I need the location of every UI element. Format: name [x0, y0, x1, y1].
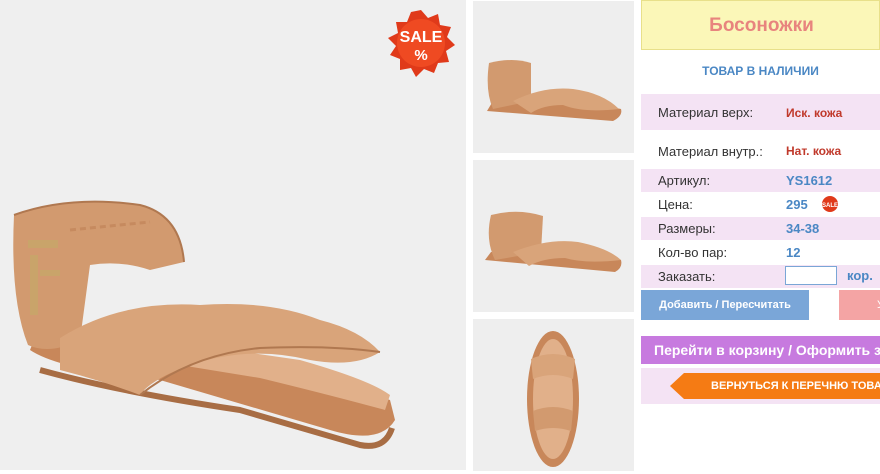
- back-to-list-button[interactable]: ВЕРНУТЬСЯ К ПЕРЕЧНЮ ТОВАРОВ: [670, 373, 880, 399]
- sale-badge: SALE %: [386, 8, 456, 78]
- small-sale-text: SALE: [822, 203, 838, 209]
- thumbnail-1[interactable]: [473, 1, 634, 153]
- spec-value: Нат. кожа: [786, 144, 842, 158]
- quantity-input[interactable]: [785, 266, 837, 285]
- spec-row-inner-material: Материал внутр.: Нат. кожа: [641, 134, 880, 168]
- spec-label: Материал верх:: [658, 105, 754, 120]
- spec-value: 12: [786, 245, 801, 260]
- product-title: Босоножки: [709, 15, 814, 36]
- spec-row-article: Артикул: YS1612: [641, 169, 880, 192]
- spec-value: Иск. кожа: [786, 106, 843, 120]
- sale-badge-percent: %: [414, 47, 427, 64]
- order-row: Заказать:: [641, 265, 880, 288]
- price-value: 295: [786, 197, 808, 212]
- sandal-thumb-image: [485, 211, 622, 272]
- sale-badge-icon: SALE %: [388, 10, 455, 77]
- spec-value: YS1612: [786, 173, 833, 188]
- sandal-thumb-image: [487, 60, 622, 121]
- spec-label: Размеры:: [658, 221, 716, 236]
- stock-status: ТОВАР В НАЛИЧИИ: [702, 64, 819, 78]
- quantity-unit: кор.: [847, 268, 873, 283]
- thumbnail-2[interactable]: [473, 160, 634, 312]
- sandal-top-thumb-image: [527, 331, 579, 467]
- spec-row-sizes: Размеры: 34-38: [641, 217, 880, 240]
- thumbnail-3[interactable]: [473, 319, 634, 471]
- spec-label: Материал внутр.:: [658, 144, 763, 159]
- order-label: Заказать:: [658, 269, 716, 284]
- spec-label: Цена:: [658, 197, 693, 212]
- remove-button[interactable]: У: [839, 290, 880, 320]
- sale-badge-text: SALE: [400, 29, 443, 46]
- spec-label: Кол-во пар:: [658, 245, 728, 260]
- product-title-box: Босоножки: [641, 0, 880, 50]
- add-recalculate-button[interactable]: Добавить / Пересчитать: [641, 290, 809, 320]
- spec-row-pairs: Кол-во пар: 12: [641, 241, 880, 264]
- go-to-cart-button[interactable]: Перейти в корзину / Оформить заказ: [641, 336, 880, 364]
- spec-row-price: Цена: 295 SALE: [641, 193, 880, 216]
- small-sale-icon: SALE: [822, 196, 838, 212]
- spec-label: Артикул:: [658, 173, 711, 188]
- spec-value: 34-38: [786, 221, 820, 236]
- spec-row-upper-material: Материал верх: Иск. кожа: [641, 94, 880, 130]
